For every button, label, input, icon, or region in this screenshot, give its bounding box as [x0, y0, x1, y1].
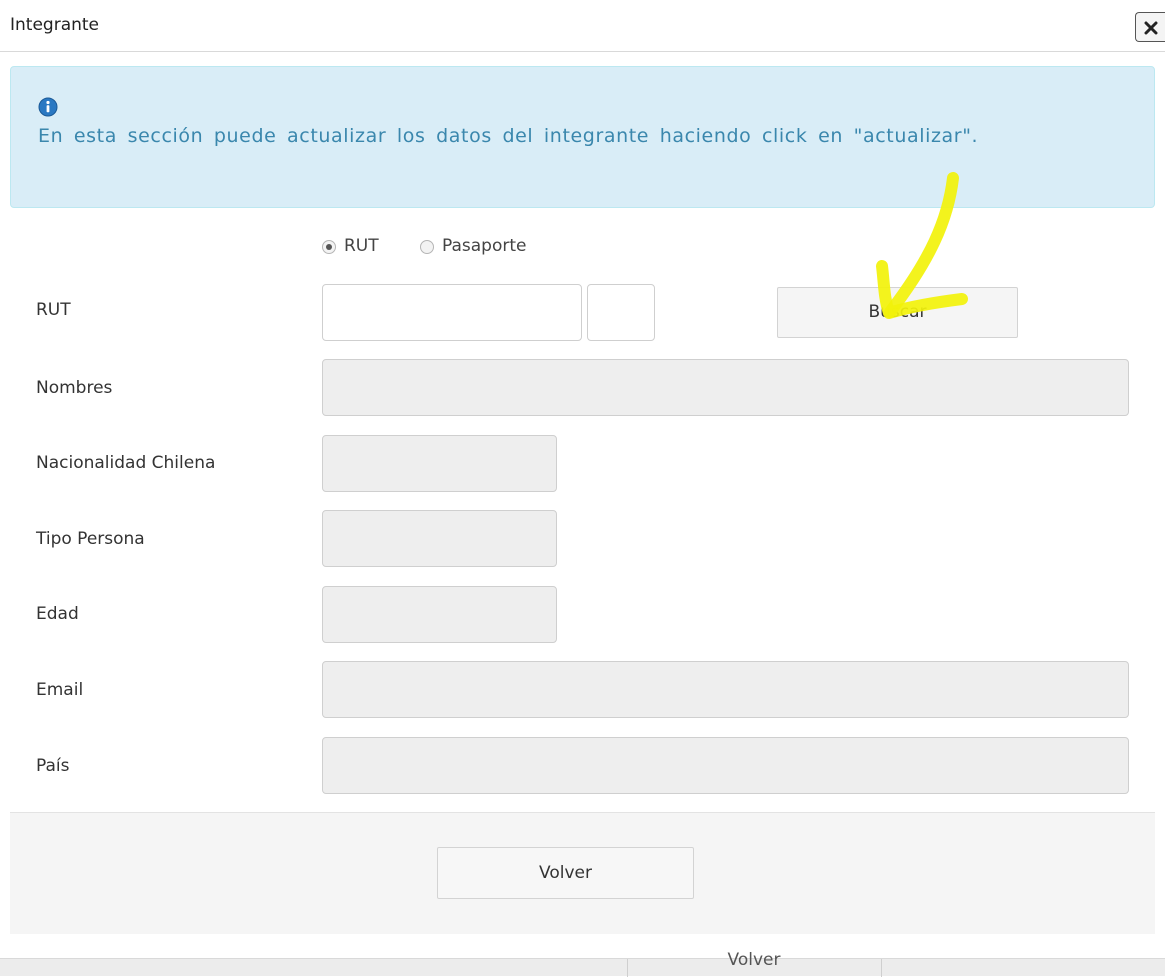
alert-message: En esta sección puede actualizar los dat…: [38, 125, 979, 147]
radio-rut-label[interactable]: RUT: [344, 236, 379, 256]
nombres-label: Nombres: [36, 378, 113, 398]
divider: [881, 959, 882, 977]
rut-dv-input[interactable]: [587, 284, 655, 341]
background-back-button: Volver: [727, 950, 781, 970]
email-field[interactable]: [322, 661, 1129, 718]
rut-input[interactable]: [322, 284, 582, 341]
nombres-field[interactable]: [322, 359, 1129, 416]
dialog-titlebar: Integrante: [0, 0, 1165, 52]
tipo-persona-label: Tipo Persona: [36, 529, 145, 549]
background-page-bar: Volver: [0, 950, 1165, 977]
dialog-title: Integrante: [10, 15, 100, 35]
radio-rut[interactable]: [322, 240, 336, 254]
close-icon: [1144, 21, 1158, 35]
nacionalidad-field[interactable]: [322, 435, 557, 492]
radio-pasaporte[interactable]: [420, 240, 434, 254]
edad-label: Edad: [36, 604, 79, 624]
pais-label: País: [36, 756, 70, 776]
email-label: Email: [36, 680, 84, 700]
pais-field[interactable]: [322, 737, 1129, 794]
dialog-footer: Volver: [10, 812, 1155, 934]
tipo-persona-field[interactable]: [322, 510, 557, 567]
nacionalidad-label: Nacionalidad Chilena: [36, 453, 216, 473]
info-alert: En esta sección puede actualizar los dat…: [10, 66, 1155, 208]
divider: [627, 959, 628, 977]
info-icon: [38, 97, 58, 117]
back-button[interactable]: Volver: [437, 847, 694, 899]
edad-field[interactable]: [322, 586, 557, 643]
rut-label: RUT: [36, 300, 71, 320]
radio-pasaporte-label[interactable]: Pasaporte: [442, 236, 527, 256]
search-button[interactable]: Buscar: [777, 287, 1018, 338]
close-button[interactable]: [1135, 12, 1165, 42]
